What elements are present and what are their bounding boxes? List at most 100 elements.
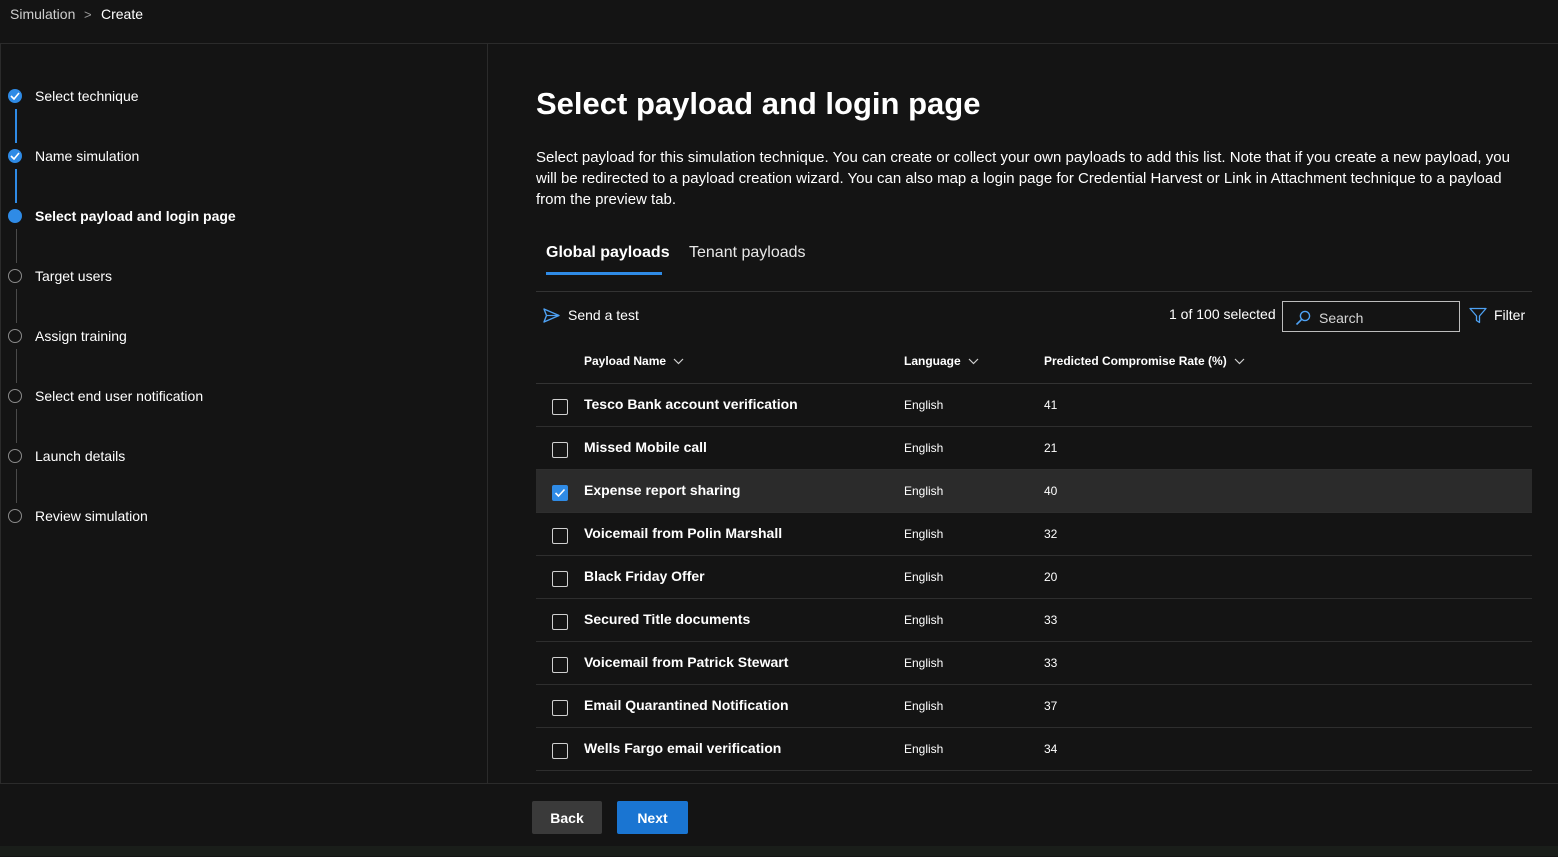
payload-language: English [904,613,944,627]
payload-name: Expense report sharing [584,482,741,498]
column-header-label: Language [904,354,961,368]
send-test-button[interactable]: Send a test [543,304,639,326]
payload-language: English [904,441,944,455]
payload-language: English [904,527,944,541]
next-button[interactable]: Next [617,801,688,834]
payload-name: Email Quarantined Notification [584,697,789,713]
check-icon [554,488,566,498]
step-connector [15,469,17,503]
chevron-down-icon [673,358,684,364]
payload-language: English [904,398,944,412]
step-label: Target users [35,268,113,284]
column-header-compromise-rate[interactable]: Predicted Compromise Rate (%) [1044,354,1245,368]
column-header-payload-name[interactable]: Payload Name [584,354,684,368]
row-checkbox[interactable] [552,442,568,458]
step-name-simulation[interactable]: Name simulation [1,145,481,169]
table-row[interactable]: Voicemail from Polin Marshall English 32 [536,513,1532,556]
payload-language: English [904,656,944,670]
payload-name: Tesco Bank account verification [584,396,798,412]
search-box[interactable] [1282,301,1460,332]
step-connector [15,409,17,443]
payload-compromise-rate: 21 [1044,441,1058,455]
step-label: Select technique [35,88,139,104]
payload-language: English [904,742,944,756]
payload-compromise-rate: 32 [1044,527,1058,541]
tab-tenant-payloads[interactable]: Tenant payloads [689,244,806,262]
main-content: Select payload and login page Select pay… [488,44,1558,783]
payload-name: Secured Title documents [584,611,751,627]
row-checkbox[interactable] [552,743,568,759]
send-test-label: Send a test [568,307,639,323]
breadcrumb-create: Create [101,6,144,22]
step-label: Select payload and login page [35,208,236,224]
table-row[interactable]: Black Friday Offer English 20 [536,556,1532,599]
row-checkbox[interactable] [552,657,568,673]
step-target-users[interactable]: Target users [1,265,481,289]
filter-button[interactable]: Filter [1469,304,1525,326]
payload-name: Wells Fargo email verification [584,740,782,756]
step-label: Select end user notification [35,388,204,404]
payload-language: English [904,699,944,713]
row-checkbox[interactable] [552,614,568,630]
table-row[interactable]: Voicemail from Patrick Stewart English 3… [536,642,1532,685]
breadcrumb-separator: > [84,7,92,22]
payload-compromise-rate: 33 [1044,656,1058,670]
back-button[interactable]: Back [532,801,602,834]
table-row[interactable]: Wells Fargo email verification English 3… [536,728,1532,771]
table-row[interactable]: Secured Title documents English 33 [536,599,1532,642]
active-tab-indicator [546,272,662,275]
payload-compromise-rate: 41 [1044,398,1058,412]
payload-language: English [904,484,944,498]
step-select-payload[interactable]: Select payload and login page [1,205,481,229]
step-complete-check-icon [8,149,22,163]
step-pending-circle-icon [8,389,22,403]
step-end-user-notification[interactable]: Select end user notification [1,385,481,409]
table-row[interactable]: Missed Mobile call English 21 [536,427,1532,470]
row-checkbox[interactable] [552,700,568,716]
row-checkbox[interactable] [552,485,568,501]
column-header-label: Payload Name [584,354,667,368]
payload-compromise-rate: 37 [1044,699,1058,713]
step-current-dot-icon [8,209,22,223]
bottom-strip [0,846,1558,856]
step-pending-circle-icon [8,329,22,343]
step-label: Review simulation [35,508,148,524]
row-checkbox[interactable] [552,399,568,415]
payload-name: Voicemail from Patrick Stewart [584,654,789,670]
selection-count: 1 of 100 selected [1169,306,1276,322]
step-label: Launch details [35,448,126,464]
page-title: Select payload and login page [536,86,981,121]
row-checkbox[interactable] [552,571,568,587]
step-connector [15,229,17,263]
payload-name: Black Friday Offer [584,568,705,584]
wizard-sidebar: Select technique Name simulation Select … [1,44,488,783]
table-row[interactable]: Tesco Bank account verification English … [536,384,1532,427]
search-icon [1295,310,1311,326]
tab-global-payloads[interactable]: Global payloads [546,244,670,262]
step-select-technique[interactable]: Select technique [1,85,481,109]
filter-label: Filter [1494,307,1526,323]
step-complete-check-icon [8,89,22,103]
step-pending-circle-icon [8,449,22,463]
breadcrumb-simulation[interactable]: Simulation [10,6,75,22]
payload-compromise-rate: 33 [1044,613,1058,627]
column-header-language[interactable]: Language [904,354,979,368]
step-assign-training[interactable]: Assign training [1,325,481,349]
row-checkbox[interactable] [552,528,568,544]
chevron-down-icon [968,358,979,364]
step-connector [15,349,17,383]
step-pending-circle-icon [8,509,22,523]
column-header-label: Predicted Compromise Rate (%) [1044,354,1227,368]
table-row[interactable]: Email Quarantined Notification English 3… [536,685,1532,728]
payload-name: Missed Mobile call [584,439,707,455]
chevron-down-icon [1234,358,1245,364]
table-row-selected[interactable]: Expense report sharing English 40 [536,470,1532,513]
step-connector [15,169,17,203]
send-icon [543,307,560,323]
step-review-simulation[interactable]: Review simulation [1,505,481,529]
top-bar: Simulation > Create [0,0,1558,44]
payload-compromise-rate: 34 [1044,742,1058,756]
search-input[interactable] [1317,307,1451,329]
step-launch-details[interactable]: Launch details [1,445,481,469]
payload-compromise-rate: 20 [1044,570,1058,584]
